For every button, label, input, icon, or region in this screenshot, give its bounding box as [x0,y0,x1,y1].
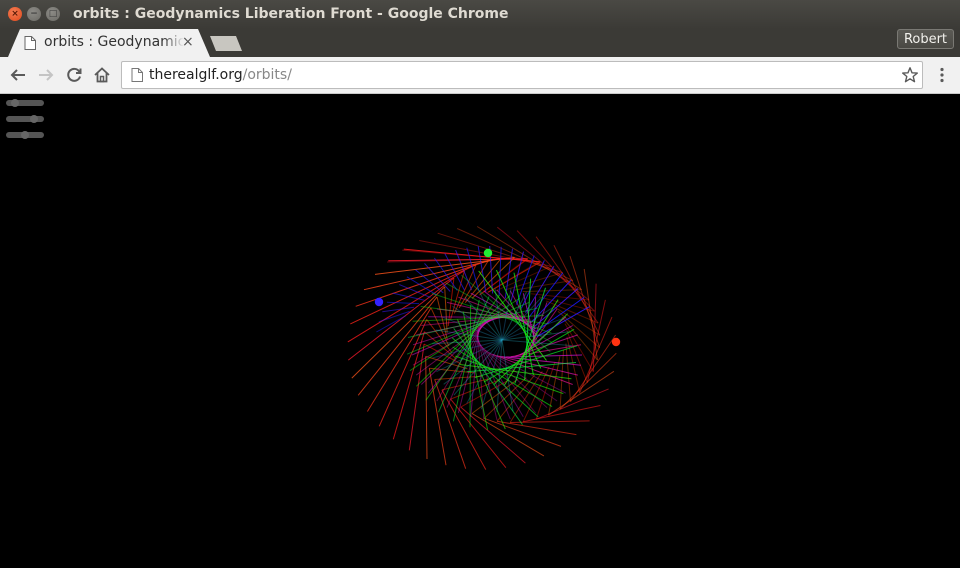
menu-icon[interactable] [934,66,950,84]
reload-icon[interactable] [65,66,83,84]
url-text[interactable]: therealglf.org/orbits/ [149,67,292,83]
tab-close-icon[interactable]: × [182,34,194,50]
trail-segment [496,420,577,436]
profile-button[interactable]: Robert [897,29,954,49]
tab-title: orbits : Geodynamics Liberation Front [44,34,184,50]
tab-strip: orbits : Geodynamics Liberation Front × … [0,29,960,57]
trail-segment [392,292,425,301]
trail-segment [466,247,480,291]
bookmark-star-icon[interactable] [901,66,919,84]
trail-segment [548,370,615,416]
trail-segment [425,356,428,460]
trail-segment [414,269,444,294]
orbits-canvas[interactable] [0,94,960,568]
trail-segment [510,420,590,423]
address-bar[interactable]: therealglf.org/orbits/ [121,61,923,89]
trail-segment [406,301,530,355]
forward-icon[interactable] [37,66,55,84]
trail-segment [535,361,556,420]
green-body[interactable] [483,248,493,258]
trail-segment [433,257,458,291]
back-icon[interactable] [9,66,27,84]
trail-segment [350,264,477,325]
blue-body[interactable] [374,297,384,307]
trail-segment [456,228,574,281]
url-host: therealglf.org [149,67,243,83]
window-close-button[interactable]: × [8,7,22,21]
red-body[interactable] [611,337,621,347]
home-icon[interactable] [93,66,111,84]
trail-segment [386,301,420,305]
trail-segment [522,289,582,293]
url-path: /orbits/ [242,67,292,83]
page-icon [24,36,36,50]
browser-toolbar: therealglf.org/orbits/ [0,57,960,94]
trail-segment [392,331,425,440]
page-info-icon[interactable] [131,68,143,82]
window-maximize-button[interactable]: □ [46,7,60,21]
window-minimize-button[interactable]: − [27,7,41,21]
trail-segment [441,389,487,470]
trail-segment [453,339,503,396]
tab-orbits[interactable]: orbits : Geodynamics Liberation Front × [8,29,210,57]
title-bar: × − □ orbits : Geodynamics Liberation Fr… [0,0,960,29]
new-tab-button[interactable] [210,36,242,51]
window-title: orbits : Geodynamics Liberation Front - … [73,6,509,22]
page-viewport [0,94,960,568]
trail-segment [501,356,582,366]
